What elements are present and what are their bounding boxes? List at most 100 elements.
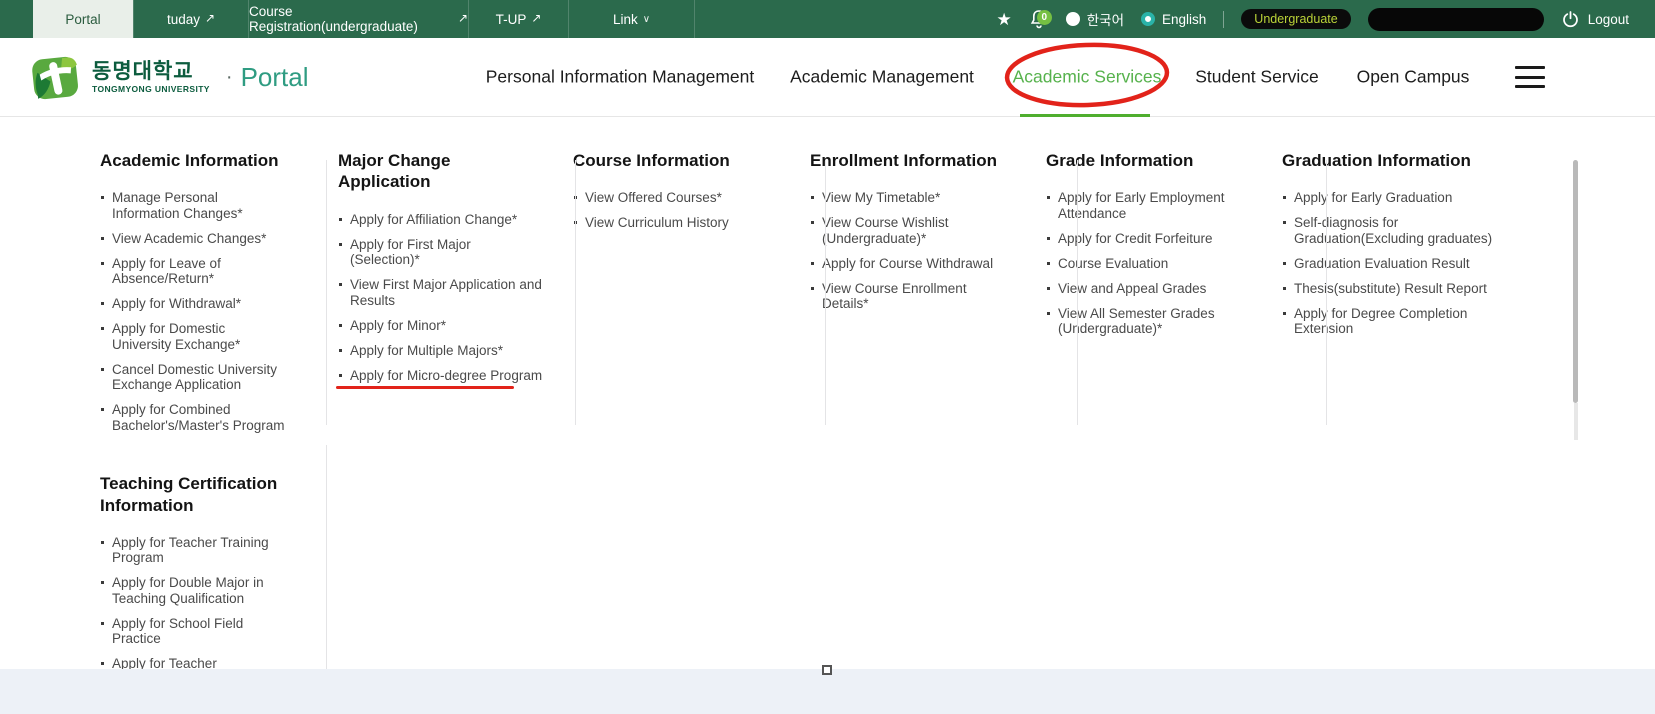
menu-item[interactable]: Self-diagnosis for Graduation(Excluding … <box>1282 215 1494 246</box>
menu-item[interactable]: Cancel Domestic University Exchange Appl… <box>100 362 285 393</box>
menu-column-grade-information: Grade Information Apply for Early Employ… <box>1046 150 1226 346</box>
menu-column-enrollment-information: Enrollment Information View My Timetable… <box>810 150 1010 321</box>
language-radio-icon <box>1066 12 1080 26</box>
menu-item[interactable]: Apply for Early Employment Attendance <box>1046 190 1226 221</box>
menu-item[interactable]: Apply for Combined Bachelor's/Master's P… <box>100 402 285 433</box>
column-divider <box>1326 160 1327 425</box>
menu-group-title: Teaching Certification Information <box>100 473 285 516</box>
column-divider <box>825 160 826 425</box>
menu-item[interactable]: Apply for School Field Practice <box>100 616 285 647</box>
menu-item[interactable]: View Course Enrollment Details* <box>810 281 1010 312</box>
tab-course-registration[interactable]: Course Registration(undergraduate) ↗ <box>248 0 468 38</box>
column-divider <box>326 445 327 669</box>
menu-group-title: Academic Information <box>100 150 285 171</box>
menu-column-course-information: Course Information View Offered Courses*… <box>573 150 773 240</box>
notifications-button[interactable]: 0 <box>1029 8 1049 30</box>
menu-item[interactable]: Graduation Evaluation Result <box>1282 256 1494 272</box>
tab-link-dropdown[interactable]: Link ∨ <box>568 0 695 38</box>
menu-item[interactable]: Manage Personal Information Changes* <box>100 190 285 221</box>
chevron-down-icon: ∨ <box>643 14 650 25</box>
menu-item[interactable]: Apply for Withdrawal* <box>100 296 285 312</box>
language-radio-selected-icon <box>1141 12 1155 26</box>
menu-item[interactable]: Apply for Degree Completion Extension <box>1282 306 1494 337</box>
menu-item[interactable]: Course Evaluation <box>1046 256 1226 272</box>
topbar-tabs: Portal tuday ↗ Course Registration(under… <box>0 0 695 38</box>
external-link-icon: ↗ <box>531 11 541 25</box>
notification-count-badge: 0 <box>1037 10 1052 25</box>
menu-item[interactable]: Apply for Early Graduation <box>1282 190 1494 206</box>
language-option-korean[interactable]: 한국어 <box>1066 9 1124 29</box>
menu-group: Major Change Application Apply for Affil… <box>338 150 543 383</box>
menu-item[interactable]: View First Major Application and Results <box>338 277 543 308</box>
language-korean-label: 한국어 <box>1087 9 1124 29</box>
menu-item-micro-degree-annotated[interactable]: Apply for Micro-degree Program <box>338 368 543 384</box>
menu-item[interactable]: Apply for Leave of Absence/Return* <box>100 256 285 287</box>
language-english-label: English <box>1162 12 1206 27</box>
menu-group-title: Major Change Application <box>338 150 543 193</box>
column-divider <box>575 160 576 425</box>
menu-item[interactable]: View Academic Changes* <box>100 231 285 247</box>
menu-group: Course Information View Offered Courses*… <box>573 150 773 231</box>
menu-group: Teaching Certification Information Apply… <box>100 473 285 672</box>
topbar-right-controls: ★ 0 한국어 English Undergraduate Logout <box>997 0 1655 38</box>
scrollbar-thumb[interactable] <box>1573 160 1578 403</box>
main-navigation: Personal Information Management Academic… <box>0 38 1655 116</box>
tab-tuday[interactable]: tuday ↗ <box>133 0 248 38</box>
menu-item[interactable]: View Offered Courses* <box>573 190 773 206</box>
column-divider <box>1077 160 1078 425</box>
tab-tuday-label: tuday <box>167 12 200 27</box>
external-link-icon: ↗ <box>458 11 468 25</box>
menu-group: Grade Information Apply for Early Employ… <box>1046 150 1226 337</box>
tiny-square-marker <box>822 665 832 675</box>
menu-item[interactable]: Thesis(substitute) Result Report <box>1282 281 1494 297</box>
role-badge: Undergraduate <box>1241 9 1350 29</box>
menu-group-title: Enrollment Information <box>810 150 1010 171</box>
menu-item[interactable]: Apply for Domestic University Exchange* <box>100 321 285 352</box>
menu-item[interactable]: Apply for Multiple Majors* <box>338 343 543 359</box>
nav-open-campus[interactable]: Open Campus <box>1357 67 1470 88</box>
tab-portal[interactable]: Portal <box>33 0 133 38</box>
menu-item[interactable]: View and Appeal Grades <box>1046 281 1226 297</box>
tab-tup[interactable]: T-UP ↗ <box>468 0 568 38</box>
menu-item[interactable]: View Course Wishlist (Undergraduate)* <box>810 215 1010 246</box>
menu-group: Graduation Information Apply for Early G… <box>1282 150 1494 337</box>
nav-personal-information-management[interactable]: Personal Information Management <box>486 67 754 88</box>
menu-group-title: Course Information <box>573 150 773 171</box>
menu-item[interactable]: View Curriculum History <box>573 215 773 231</box>
favorites-star-icon[interactable]: ★ <box>997 11 1012 28</box>
redacted-username[interactable] <box>1368 8 1544 31</box>
language-option-english[interactable]: English <box>1141 12 1206 27</box>
menu-item[interactable]: View My Timetable* <box>810 190 1010 206</box>
tab-portal-label: Portal <box>65 12 100 27</box>
menu-item[interactable]: Apply for Credit Forfeiture <box>1046 231 1226 247</box>
tab-link-label: Link <box>613 12 638 27</box>
scrollbar-track[interactable] <box>1574 403 1578 440</box>
logout-label: Logout <box>1588 12 1629 27</box>
menu-group-title: Grade Information <box>1046 150 1226 171</box>
menu-item[interactable]: Apply for Minor* <box>338 318 543 334</box>
nav-academic-management[interactable]: Academic Management <box>790 67 974 88</box>
menu-item[interactable]: Apply for Teacher Training Program <box>100 535 285 566</box>
logout-button[interactable]: Logout <box>1561 10 1629 29</box>
menu-item[interactable]: Apply for First Major (Selection)* <box>338 237 543 268</box>
nav-academic-services[interactable]: Academic Services <box>1013 67 1162 88</box>
topbar-divider <box>1223 11 1224 28</box>
menu-group: Academic Information Manage Personal Inf… <box>100 150 285 433</box>
menu-column-academic-information: Academic Information Manage Personal Inf… <box>100 150 285 681</box>
menu-group: Enrollment Information View My Timetable… <box>810 150 1010 312</box>
tab-course-registration-label: Course Registration(undergraduate) <box>249 4 453 34</box>
menu-item[interactable]: Apply for Double Major in Teaching Quali… <box>100 575 285 606</box>
menu-item[interactable]: View All Semester Grades (Undergraduate)… <box>1046 306 1226 337</box>
column-divider <box>326 160 327 425</box>
tab-tup-label: T-UP <box>496 12 527 27</box>
external-link-icon: ↗ <box>205 11 215 25</box>
menu-item[interactable]: Apply for Course Withdrawal <box>810 256 1010 272</box>
page-background-strip <box>0 669 1655 714</box>
menu-group-title: Graduation Information <box>1282 150 1494 171</box>
topbar: Portal tuday ↗ Course Registration(under… <box>0 0 1655 38</box>
menu-item[interactable]: Apply for Affiliation Change* <box>338 212 543 228</box>
academic-services-mega-menu: Academic Information Manage Personal Inf… <box>0 117 1655 669</box>
hamburger-menu-icon[interactable] <box>1515 66 1545 88</box>
nav-student-service[interactable]: Student Service <box>1195 67 1319 88</box>
header: 동명대학교 TONGMYONG UNIVERSITY · Portal Pers… <box>0 38 1655 117</box>
